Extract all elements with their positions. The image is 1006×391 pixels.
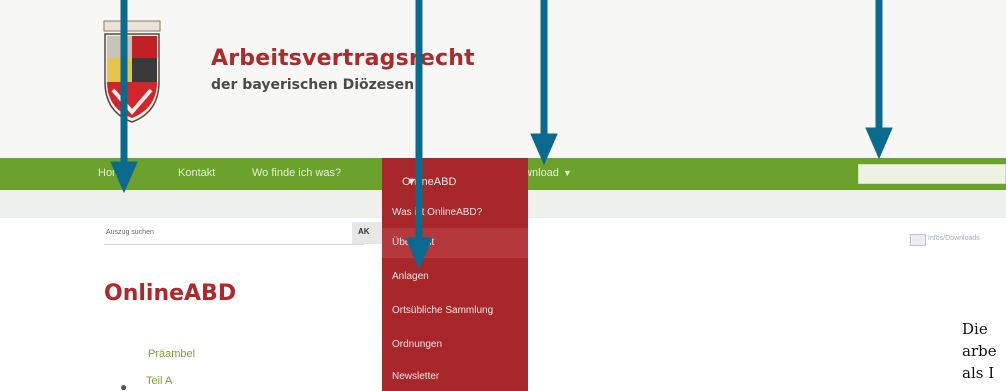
nav-item-onlineabd[interactable]: OnlineABD ▼: [382, 158, 528, 190]
caret-down-icon: ▼: [562, 168, 572, 178]
search-input[interactable]: [858, 164, 1006, 184]
site-title[interactable]: Arbeitsvertragsrecht: [211, 46, 475, 71]
dropdown-item[interactable]: Ortsübliche Sammlung: [382, 296, 528, 326]
dropdown-item[interactable]: Ordnungen: [382, 330, 528, 360]
nav-item-kontakt[interactable]: Kontakt: [178, 167, 215, 179]
info-download-link[interactable]: Infos/Downloads: [928, 235, 980, 242]
nav-item-wo-finde-ich-was[interactable]: Wo finde ich was?: [252, 167, 341, 179]
preamble-link[interactable]: Präambel: [148, 348, 195, 360]
coat-of-arms-logo: [103, 20, 161, 123]
overlay-line: als I: [962, 364, 995, 382]
abd-search-label: Auszug suchen: [106, 229, 154, 236]
document-icon: [910, 234, 926, 246]
dropdown-item[interactable]: Newsletter: [382, 362, 528, 391]
nav-item-home[interactable]: Home: [98, 167, 127, 179]
overlay-line: arbe: [962, 342, 997, 360]
bullet-icon: ●: [120, 380, 128, 391]
overlay-line: Die: [962, 320, 988, 338]
dropdown-item-highlighted[interactable]: Übersicht: [382, 228, 528, 258]
page-title: OnlineABD: [104, 281, 237, 306]
abd-search-button[interactable]: AK: [352, 222, 382, 244]
site-subtitle: der bayerischen Diözesen: [211, 77, 415, 93]
caret-down-icon: ▼: [406, 176, 417, 188]
screenshot: Arbeitsvertragsrecht der bayerischen Diö…: [0, 0, 1006, 391]
dropdown-item[interactable]: Was ist OnlineABD?: [382, 198, 528, 228]
overlay-side-text: Die arbe als I: [962, 318, 997, 384]
part-a-link[interactable]: Teil A: [146, 375, 172, 387]
onlineabd-dropdown-menu: Was ist OnlineABD? Übersicht Anlagen Ort…: [382, 190, 528, 391]
site-header: Arbeitsvertragsrecht der bayerischen Diö…: [0, 0, 1006, 158]
left-margin: [0, 218, 104, 391]
dropdown-item[interactable]: Anlagen: [382, 262, 528, 292]
